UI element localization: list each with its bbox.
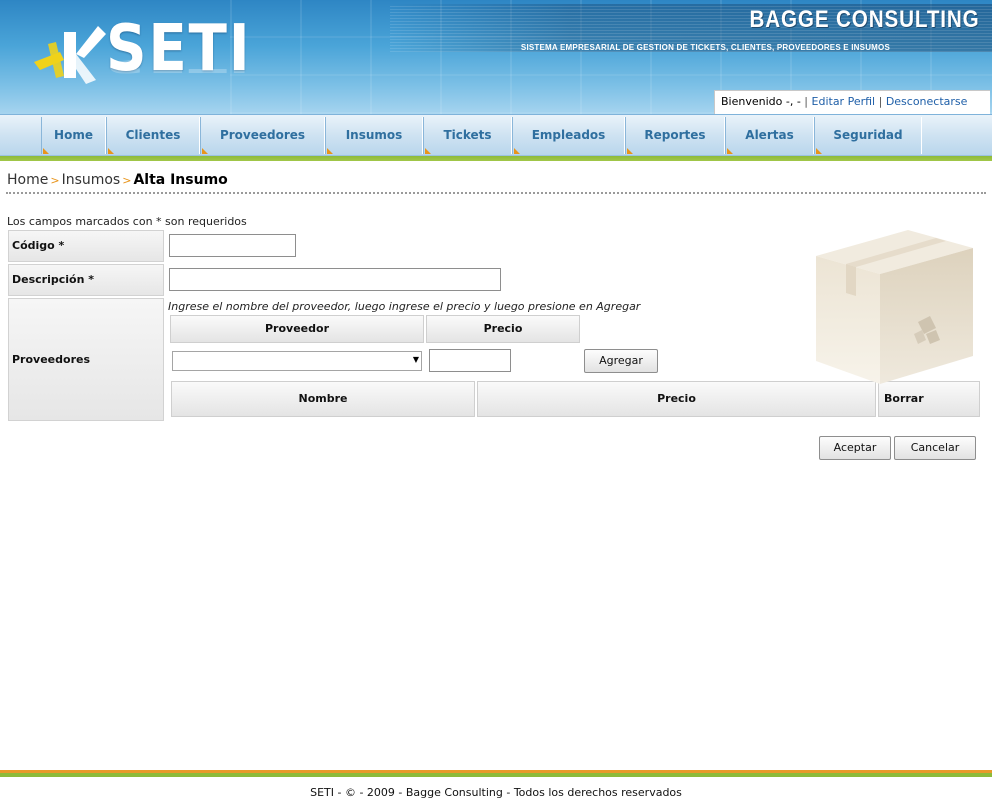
proveedor-column-header: Proveedor [170,315,424,343]
nav-item-label: Proveedores [219,128,306,142]
nav-item-label: Insumos [345,128,403,142]
descripcion-input[interactable] [169,268,501,291]
separator: | [804,95,809,108]
nav-item-label: Alertas [745,128,794,142]
nav-item-seguridad[interactable]: Seguridad [814,117,922,154]
precio-column-header: Precio [426,315,580,343]
logout-link[interactable]: Desconectarse [886,95,968,108]
nav-item-proveedores[interactable]: Proveedores [200,117,325,154]
nombre-column-header: Nombre [171,381,475,417]
welcome-text: Bienvenido -, - [721,95,801,108]
nav-item-empleados[interactable]: Empleados [512,117,625,154]
breadcrumb-current: Alta Insumo [133,172,228,188]
breadcrumb-home[interactable]: Home [7,172,48,188]
nav-item-label: Clientes [125,128,181,142]
list-precio-column-header: Precio [477,381,876,417]
nav-corner-icon [43,148,49,154]
edit-profile-link[interactable]: Editar Perfil [812,95,876,108]
nav-item-label: Empleados [531,128,606,142]
proveedor-select[interactable]: ▼ [172,351,422,371]
nav-corner-icon [627,148,633,154]
breadcrumb-divider [6,192,986,194]
nav-item-home[interactable]: Home [41,117,106,154]
breadcrumb-arrow-icon: > [50,174,60,187]
add-proveedor-button[interactable]: Agregar [584,349,658,373]
nav-item-insumos[interactable]: Insumos [325,117,423,154]
nav-corner-icon [425,148,431,154]
nav-corner-icon [816,148,822,154]
footer-text: SETI - © - 2009 - Bagge Consulting - Tod… [310,786,682,799]
nav-item-tickets[interactable]: Tickets [423,117,512,154]
breadcrumb-insumos[interactable]: Insumos [62,172,121,188]
codigo-label: Código * [8,230,164,262]
nav-item-clientes[interactable]: Clientes [106,117,200,154]
brand-name: BAGGE CONSULTING [749,6,980,33]
logo-reflection: SETI [106,60,252,78]
proveedores-label: Proveedores [8,298,164,421]
nav-item-label: Reportes [644,128,706,142]
cancel-button[interactable]: Cancelar [894,436,976,460]
borrar-column-header: Borrar [878,381,980,417]
nav-item-alertas[interactable]: Alertas [725,117,814,154]
breadcrumb: Home > Insumos > Alta Insumo [7,172,228,188]
header-banner: SETI SETI BAGGE CONSULTING SISTEMA EMPRE… [0,0,992,114]
codigo-input[interactable] [169,234,296,257]
nav-corner-icon [108,148,114,154]
nav-corner-icon [327,148,333,154]
breadcrumb-arrow-icon: > [122,174,132,187]
nav-corner-icon [202,148,208,154]
nav-item-label: Home [54,128,93,142]
tagline: SISTEMA EMPRESARIAL DE GESTION DE TICKET… [520,43,890,52]
chevron-down-icon: ▼ [412,355,419,364]
nav-item-label: Seguridad [833,128,903,142]
package-box-icon [816,230,973,384]
required-fields-note: Los campos marcados con * son requeridos [7,215,247,228]
nav-corner-icon [514,148,520,154]
seti-k-logo-icon [34,26,106,84]
nav-accent-bar [0,156,992,161]
separator: | [878,95,883,108]
nav-item-label: Tickets [443,128,492,142]
user-bar: Bienvenido -, - | Editar Perfil | Descon… [714,90,990,114]
precio-input[interactable] [429,349,511,372]
accept-button[interactable]: Aceptar [819,436,891,460]
descripcion-label: Descripción * [8,264,164,296]
nav-item-reportes[interactable]: Reportes [625,117,725,154]
proveedores-hint: Ingrese el nombre del proveedor, luego i… [168,300,641,313]
nav-corner-icon [727,148,733,154]
footer: SETI - © - 2009 - Bagge Consulting - Tod… [0,777,992,811]
main-nav: Home Clientes Proveedores Insumos Ticket… [0,114,992,156]
